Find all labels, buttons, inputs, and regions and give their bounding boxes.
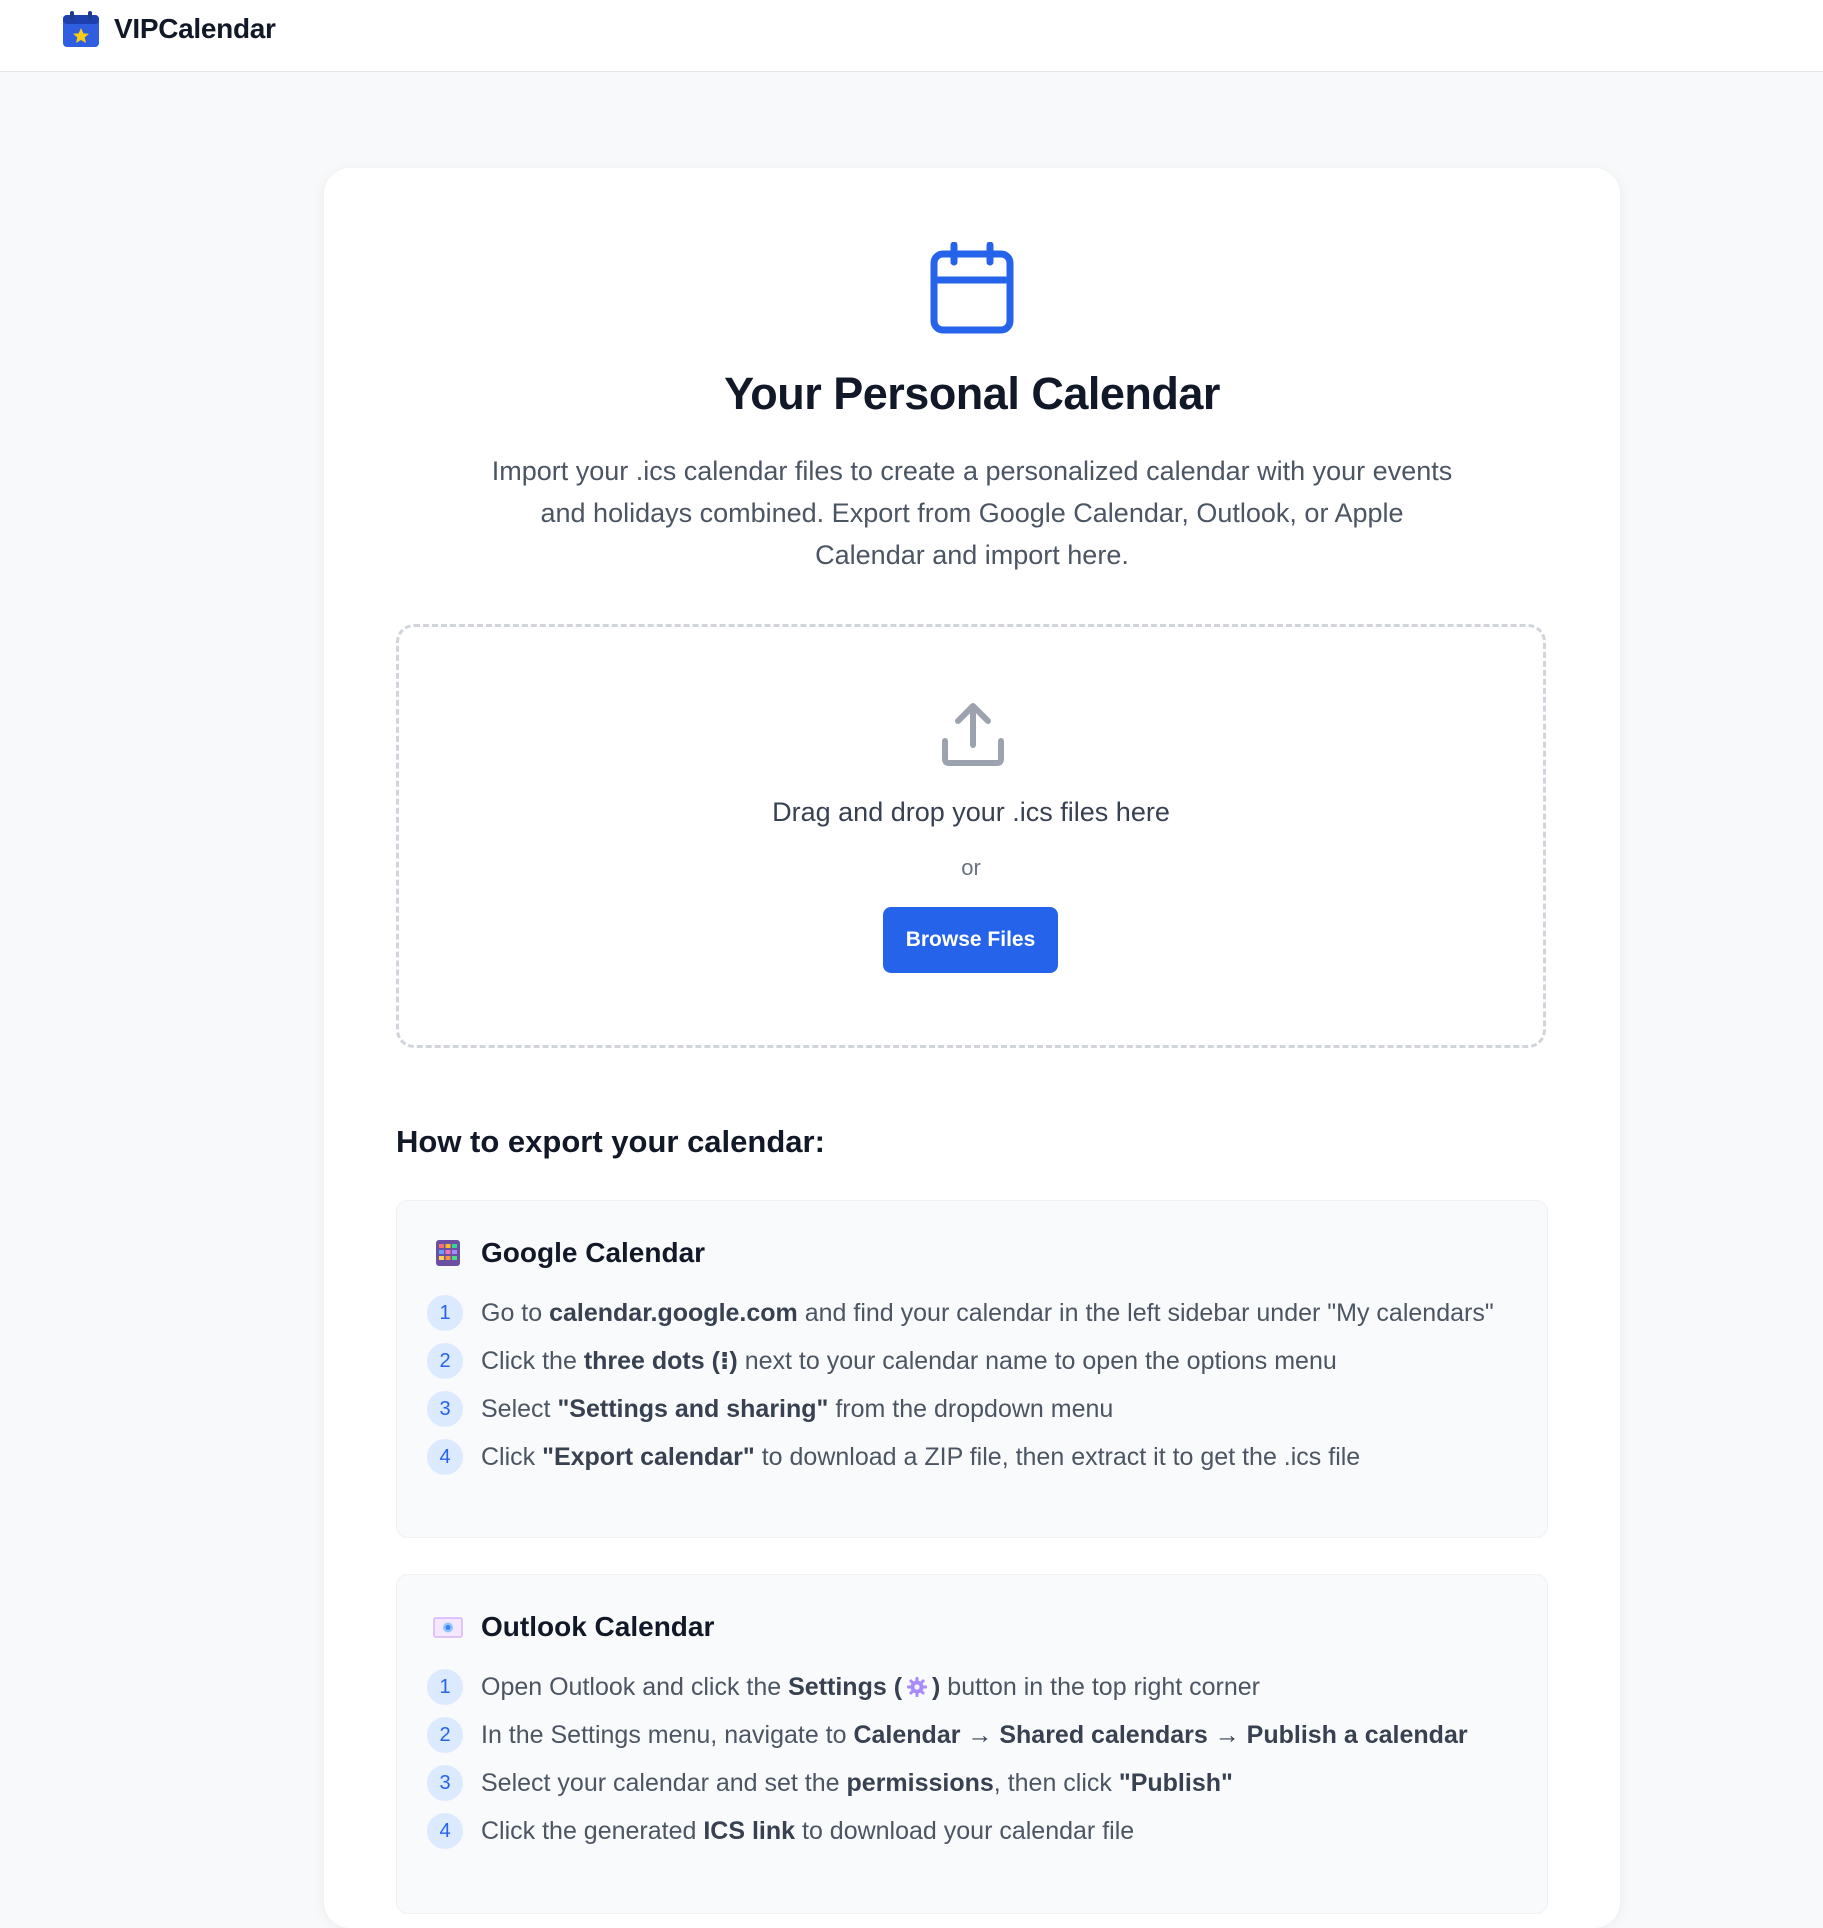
step-emphasis: permissions bbox=[846, 1769, 994, 1797]
step-text: from the dropdown menu bbox=[828, 1395, 1114, 1423]
step-text: , then click bbox=[993, 1769, 1119, 1797]
step-text: In the Settings menu, navigate to bbox=[481, 1721, 854, 1749]
step-emphasis: "Export calendar" bbox=[542, 1443, 755, 1471]
outlook-calendar-icon bbox=[433, 1617, 463, 1638]
dropzone-or-text: or bbox=[961, 855, 981, 880]
step-emphasis: calendar.google.com bbox=[549, 1299, 798, 1327]
steps-list: 1 Open Outlook and click the Settings ( )… bbox=[427, 1669, 1507, 1861]
step-text: to download your calendar file bbox=[795, 1817, 1135, 1845]
list-item: 3 Select "Settings and sharing" from the … bbox=[427, 1391, 1507, 1427]
calendar-star-icon bbox=[63, 11, 99, 47]
brand-name: VIPCalendar bbox=[114, 13, 276, 44]
file-dropzone[interactable]: Drag and drop your .ics files here or Br… bbox=[396, 624, 1546, 1048]
dropzone-text: Drag and drop your .ics files here bbox=[772, 797, 1170, 827]
outlook-calendar-guide: Outlook Calendar 1 Open Outlook and click… bbox=[396, 1574, 1548, 1914]
step-number-badge: 2 bbox=[427, 1717, 463, 1753]
step-text: Click the generated bbox=[481, 1817, 704, 1845]
step-text: Click bbox=[481, 1443, 543, 1471]
step-number-badge: 3 bbox=[427, 1765, 463, 1801]
step-text: to download a ZIP file, then extract it … bbox=[754, 1443, 1361, 1471]
google-calendar-guide: Google Calendar 1 Go to calendar.google.c… bbox=[396, 1200, 1548, 1538]
step-text: Open Outlook and click the bbox=[481, 1673, 789, 1701]
step-text: button in the top right corner bbox=[940, 1673, 1261, 1701]
step-emphasis: "Publish" bbox=[1118, 1769, 1233, 1797]
step-number-badge: 4 bbox=[427, 1813, 463, 1849]
step-number-badge: 3 bbox=[427, 1391, 463, 1427]
step-number-badge: 2 bbox=[427, 1343, 463, 1379]
guide-header: Outlook Calendar bbox=[433, 1611, 714, 1643]
page-title: Your Personal Calendar bbox=[724, 368, 1220, 419]
step-text: Select your calendar and set the bbox=[481, 1769, 847, 1797]
step-text: Click the bbox=[481, 1347, 584, 1375]
guide-title: Outlook Calendar bbox=[481, 1611, 715, 1642]
list-item: 2 In the Settings menu, navigate to Calen… bbox=[427, 1717, 1507, 1753]
list-item: 4 Click "Export calendar" to download a Z… bbox=[427, 1439, 1507, 1475]
calendar-icon bbox=[930, 242, 1014, 334]
step-text: and find your calendar in the left sideb… bbox=[797, 1299, 1494, 1327]
list-item: 2 Click the three dots (⁝) next to your c… bbox=[427, 1343, 1507, 1379]
list-item: 1 Go to calendar.google.com and find your… bbox=[427, 1295, 1507, 1331]
brand-logo-link[interactable]: VIPCalendar bbox=[62, 10, 276, 48]
guide-header: Google Calendar bbox=[433, 1237, 705, 1269]
step-emphasis: "Settings and sharing" bbox=[557, 1395, 829, 1423]
step-number-badge: 1 bbox=[427, 1669, 463, 1705]
gear-icon bbox=[907, 1677, 928, 1697]
step-text: next to your calendar name to open the o… bbox=[737, 1347, 1337, 1375]
list-item: 4 Click the generated ICS link to downloa… bbox=[427, 1813, 1507, 1849]
step-emphasis: Settings ( bbox=[788, 1673, 903, 1701]
guide-title: Google Calendar bbox=[481, 1237, 706, 1268]
top-navigation-bar: VIPCalendar bbox=[0, 0, 1823, 72]
upload-icon bbox=[942, 703, 1004, 766]
google-calendar-icon bbox=[436, 1240, 460, 1266]
page-description: Import your .ics calendar files to creat… bbox=[491, 456, 1453, 570]
step-emphasis: ICS link bbox=[703, 1817, 796, 1845]
export-guide-title: How to export your calendar: bbox=[396, 1124, 825, 1159]
step-emphasis: Calendar → Shared calendars → Publish a … bbox=[853, 1721, 1468, 1749]
list-item: 3 Select your calendar and set the permis… bbox=[427, 1765, 1507, 1801]
list-item: 1 Open Outlook and click the Settings ( )… bbox=[427, 1669, 1507, 1705]
browse-files-button[interactable]: Browse Files bbox=[883, 907, 1058, 973]
step-text: Select bbox=[481, 1395, 558, 1423]
steps-list: 1 Go to calendar.google.com and find your… bbox=[427, 1295, 1507, 1487]
step-number-badge: 1 bbox=[427, 1295, 463, 1331]
step-number-badge: 4 bbox=[427, 1439, 463, 1475]
import-card: Your Personal Calendar Import your .ics … bbox=[324, 168, 1620, 1928]
step-text: Go to bbox=[481, 1299, 550, 1327]
step-emphasis: three dots (⁝) bbox=[583, 1347, 738, 1375]
